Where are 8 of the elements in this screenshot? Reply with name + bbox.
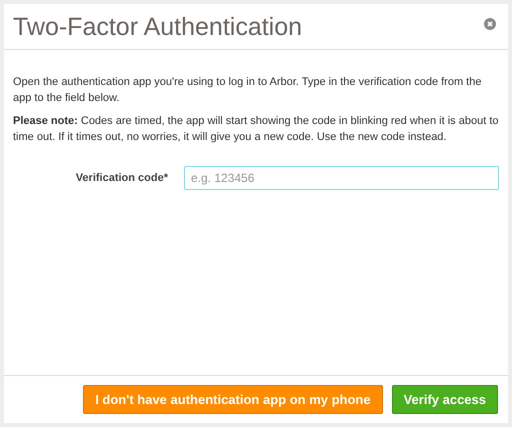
action-button[interactable]: Verify access — [392, 385, 498, 414]
body-paragraph: Please note: Codes are timed, the app will start showing the code in blinking red when it is about to time out. If it times out, no worries, it will give you a new code. Use the new code instead. — [13, 114, 499, 145]
field-label: Verification code* — [74, 171, 169, 186]
dialog-title: Two-Factor Authentication — [13, 12, 302, 42]
verification-code-field[interactable]: e.g. 123456 — [184, 166, 499, 190]
body-paragraph: Open the authentication app you're using to log in to Arbor. Type in the verification code from the app to the field below. — [13, 75, 482, 106]
action-button[interactable]: I don't have authentication app on my phone — [83, 385, 383, 414]
close-icon[interactable] — [484, 18, 496, 30]
